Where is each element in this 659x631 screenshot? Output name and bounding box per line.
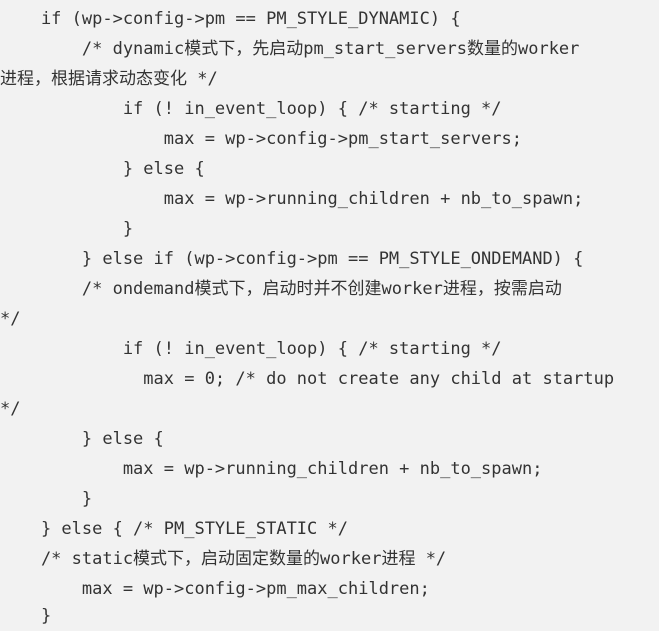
- code-line: }: [0, 219, 134, 239]
- code-line: /* ondemand模式下，启动时并不创建worker进程，按需启动: [0, 279, 562, 299]
- code-line: max = 0; /* do not create any child at s…: [0, 369, 615, 389]
- code-line: } else {: [0, 429, 164, 449]
- code-line: if (! in_event_loop) { /* starting */: [0, 339, 502, 359]
- code-line: }: [0, 606, 52, 626]
- code-line: } else {: [0, 159, 205, 179]
- code-line: /* dynamic模式下，先启动pm_start_servers数量的work…: [0, 39, 580, 59]
- code-line: if (! in_event_loop) { /* starting */: [0, 99, 502, 119]
- code-line: */: [0, 309, 21, 329]
- code-line: */: [0, 399, 21, 419]
- code-line: 进程，根据请求动态变化 */: [0, 69, 218, 89]
- code-line: }: [0, 489, 93, 509]
- code-block: if (wp->config->pm == PM_STYLE_DYNAMIC) …: [0, 0, 659, 631]
- code-line: /* static模式下，启动固定数量的worker进程 */: [0, 549, 447, 569]
- code-line: if (wp->config->pm == PM_STYLE_DYNAMIC) …: [0, 9, 461, 29]
- code-line: } else { /* PM_STYLE_STATIC */: [0, 519, 348, 539]
- code-line: } else if (wp->config->pm == PM_STYLE_ON…: [0, 249, 584, 269]
- code-line: max = wp->running_children + nb_to_spawn…: [0, 189, 584, 209]
- code-line: max = wp->config->pm_max_children;: [0, 579, 430, 599]
- code-line: max = wp->config->pm_start_servers;: [0, 129, 522, 149]
- code-line: max = wp->running_children + nb_to_spawn…: [0, 459, 543, 479]
